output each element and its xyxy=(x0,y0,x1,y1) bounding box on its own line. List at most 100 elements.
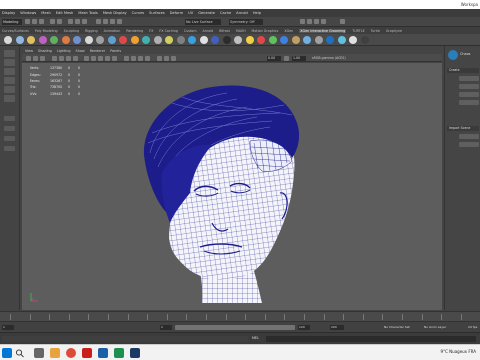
menu-help[interactable]: Help xyxy=(253,11,261,15)
start-icon[interactable] xyxy=(2,348,12,358)
anim-layer-dropdown[interactable]: No Anim Layer xyxy=(424,325,446,330)
range-bar[interactable] xyxy=(175,325,295,330)
head-mesh[interactable] xyxy=(22,63,442,310)
shelf-nurbs-icon[interactable] xyxy=(15,36,24,44)
shelf-tab-xgen-interactive-grooming[interactable]: XGen Interactive Grooming xyxy=(299,28,347,33)
shelf-guide-icon[interactable] xyxy=(50,36,58,44)
script-language-label[interactable]: MEL xyxy=(252,336,259,340)
shelf-tab-rendering[interactable]: Rendering xyxy=(126,29,143,33)
gamma-field[interactable]: 1.00 xyxy=(292,55,306,61)
workspace-label[interactable]: Workspa xyxy=(461,2,478,7)
end-time-field[interactable]: 200 xyxy=(330,325,344,330)
shelf-tab-custom[interactable]: Custom xyxy=(184,29,197,33)
shelf-grab-icon[interactable] xyxy=(153,36,162,44)
import-button-1[interactable] xyxy=(459,134,479,139)
menu-deform[interactable]: Deform xyxy=(170,11,183,15)
shelf-cage-icon[interactable] xyxy=(360,36,369,44)
menu-arnold[interactable]: Arnold xyxy=(236,11,248,15)
shelf-tab-bifrost[interactable]: Bifrost xyxy=(219,29,230,33)
gamma-icon[interactable] xyxy=(284,55,289,61)
select-object-icon[interactable] xyxy=(75,19,80,24)
undo-icon[interactable] xyxy=(50,19,55,24)
shelf-globe-icon[interactable] xyxy=(280,36,288,44)
menu-mesh-tools[interactable]: Mesh Tools xyxy=(78,11,97,15)
xray-icon[interactable] xyxy=(164,55,169,61)
shelf-cut-icon[interactable] xyxy=(84,36,93,44)
lasso-tool-icon[interactable] xyxy=(4,59,15,66)
select-hierarchy-icon[interactable] xyxy=(68,19,73,24)
hypershade-icon[interactable] xyxy=(321,19,326,24)
shelf-flow-icon[interactable] xyxy=(314,36,323,44)
four-view-layout-icon[interactable] xyxy=(4,126,15,131)
scale-tool-icon[interactable] xyxy=(4,95,15,102)
panel-menu-renderer[interactable]: Renderer xyxy=(90,49,105,53)
menu-display[interactable]: Display xyxy=(2,11,15,15)
new-scene-icon[interactable] xyxy=(25,19,30,24)
shelf-tab-fx-caching[interactable]: FX Caching xyxy=(159,29,178,33)
menu-curves[interactable]: Curves xyxy=(132,11,144,15)
shelf-fur-icon[interactable] xyxy=(38,36,47,44)
shelf-paint-icon[interactable] xyxy=(349,36,357,44)
shelf-tab-fx[interactable]: FX xyxy=(149,29,153,33)
snap-curve-icon[interactable] xyxy=(103,19,108,24)
graph-layout-icon[interactable] xyxy=(4,146,15,151)
select-component-icon[interactable] xyxy=(82,19,87,24)
shelf-noise-icon[interactable] xyxy=(107,36,116,44)
time-slider[interactable] xyxy=(0,311,480,321)
shelf-plant-icon[interactable] xyxy=(268,36,277,44)
ambient-occlusion-icon[interactable] xyxy=(131,55,136,61)
menu-cache[interactable]: Cache xyxy=(220,11,231,15)
word-icon[interactable] xyxy=(98,348,108,358)
menu-surfaces[interactable]: Surfaces xyxy=(149,11,165,15)
maya-icon[interactable] xyxy=(130,348,140,358)
snap-grid-icon[interactable] xyxy=(96,19,101,24)
shelf-brush-icon[interactable] xyxy=(61,36,70,44)
shelf-tab-graphyne[interactable]: Graphyne xyxy=(386,29,402,33)
move-tool-icon[interactable] xyxy=(4,77,15,84)
import-section-header[interactable]: Import Scene xyxy=(447,126,479,131)
snap-point-icon[interactable] xyxy=(110,19,115,24)
shelf-light-icon[interactable] xyxy=(245,36,254,44)
use-lights-icon[interactable] xyxy=(112,55,117,61)
character-set-dropdown[interactable]: No Character Set xyxy=(384,325,410,330)
shelf-smooth-icon[interactable] xyxy=(142,36,150,44)
menu-mesh-display[interactable]: Mesh Display xyxy=(103,11,127,15)
bookmark-icon[interactable] xyxy=(40,55,45,61)
panel-menu-shading[interactable]: Shading xyxy=(38,49,52,53)
color-space-label[interactable]: sRGB gamma (ACES) xyxy=(312,56,372,61)
wireframe-icon[interactable] xyxy=(84,55,89,61)
render-settings-icon[interactable] xyxy=(314,19,319,24)
open-scene-icon[interactable] xyxy=(32,19,37,24)
menu-edit-mesh[interactable]: Edit Mesh xyxy=(56,11,74,15)
shadows-icon[interactable] xyxy=(124,55,129,61)
file-explorer-icon[interactable] xyxy=(50,348,60,358)
shelf-tab-poly-modeling[interactable]: Poly Modeling xyxy=(35,29,58,33)
range-start-field[interactable]: 1 xyxy=(160,325,172,330)
rotate-tool-icon[interactable] xyxy=(4,86,15,93)
range-end-field[interactable]: 120 xyxy=(298,325,310,330)
create-button-1[interactable] xyxy=(459,76,479,81)
shelf-tab-rigging[interactable]: Rigging xyxy=(85,29,98,33)
anti-aliasing-icon[interactable] xyxy=(145,55,150,61)
shelf-sample-icon[interactable] xyxy=(119,36,127,44)
shelf-tab-motion-graphics[interactable]: Motion Graphics xyxy=(252,29,279,33)
wireframe-on-shaded-icon[interactable] xyxy=(98,55,103,61)
render-frame-icon[interactable] xyxy=(300,19,305,24)
outliner-layout-icon[interactable] xyxy=(4,136,15,141)
redo-icon[interactable] xyxy=(57,19,62,24)
create-button-3[interactable] xyxy=(459,92,479,97)
shelf-clump-icon[interactable] xyxy=(96,36,104,44)
isolate-select-icon[interactable] xyxy=(157,55,162,61)
chrome-icon[interactable] xyxy=(66,348,76,358)
menu-uv[interactable]: UV xyxy=(188,11,193,15)
create-section-header[interactable]: Create xyxy=(447,68,479,73)
snap-surface-icon[interactable] xyxy=(117,19,122,24)
image-plane-icon[interactable] xyxy=(52,55,57,61)
resolution-gate-icon[interactable] xyxy=(73,55,78,61)
film-gate-icon[interactable] xyxy=(66,55,71,61)
shelf-collection-icon[interactable] xyxy=(211,36,219,44)
select-tool-icon[interactable] xyxy=(4,50,15,57)
shelf-tab-turtle[interactable]: TURTLE xyxy=(352,29,364,33)
create-button-4[interactable] xyxy=(459,100,479,105)
start-time-field[interactable]: 1 xyxy=(2,325,14,330)
